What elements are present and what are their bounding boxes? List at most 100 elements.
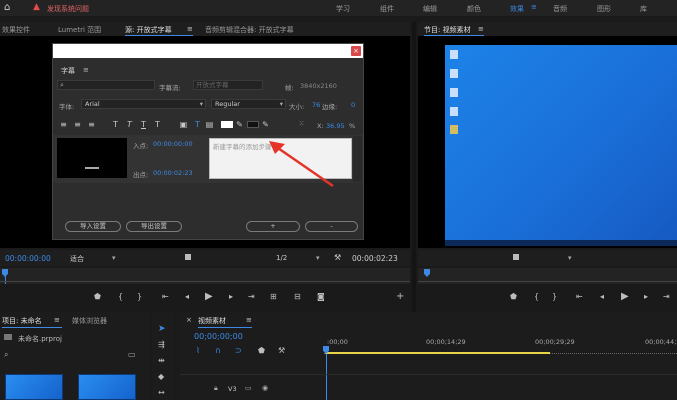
tab-program[interactable]: 节目: 视频素材 — [424, 25, 471, 35]
step-forward-icon[interactable]: ▸ — [229, 292, 233, 301]
workspace-edit[interactable]: 编辑 — [423, 4, 437, 14]
text-bold-icon[interactable]: T — [111, 120, 120, 129]
panel-divider[interactable] — [412, 22, 416, 312]
media-thumbnail[interactable] — [5, 374, 63, 400]
chevron-down-icon[interactable]: ▾ — [568, 254, 572, 262]
align-left-icon[interactable]: ≡ — [59, 120, 68, 129]
tab-effect-controls[interactable]: 效果控件 — [2, 25, 30, 35]
workspace-learn[interactable]: 学习 — [336, 4, 350, 14]
caption-list-scrollbar[interactable] — [353, 136, 362, 182]
caption-menu-icon[interactable]: ≡ — [83, 66, 89, 74]
align-right-icon[interactable]: ≡ — [87, 120, 96, 129]
workspace-menu-icon[interactable]: ≡ — [531, 3, 537, 11]
fit-select[interactable]: 适合 — [70, 254, 84, 264]
step-back-icon[interactable]: ◂ — [600, 292, 604, 301]
workspace-assembly[interactable]: 组件 — [380, 4, 394, 14]
tab-menu-icon[interactable]: ≡ — [54, 316, 60, 324]
overwrite-icon[interactable]: ⊟ — [294, 292, 301, 301]
wrench-icon[interactable]: ⚒ — [334, 253, 341, 262]
insert-icon[interactable]: ⊞ — [270, 292, 277, 301]
source-ruler[interactable] — [0, 268, 410, 284]
stop-icon[interactable] — [185, 254, 191, 260]
import-settings-button[interactable]: 导入设置 — [65, 221, 121, 232]
track-label[interactable]: V3 — [228, 385, 237, 393]
close-icon[interactable]: × — [186, 316, 192, 324]
mark-in-icon[interactable]: { — [534, 292, 539, 301]
wrench-icon[interactable]: ⚒ — [278, 346, 285, 355]
text-color-icon[interactable]: T — [193, 120, 202, 129]
track-select-icon[interactable]: ⇶ — [158, 340, 165, 349]
tab-audio-clip-mixer[interactable]: 音频剪辑混合器: 开放式字幕 — [205, 25, 294, 35]
step-forward-icon[interactable]: ▸ — [644, 292, 648, 301]
tab-media-browser[interactable]: 媒体浏览器 — [72, 316, 107, 326]
go-to-out-icon[interactable]: ⇥ — [248, 292, 255, 301]
export-settings-button[interactable]: 导出设置 — [126, 221, 182, 232]
nest-icon[interactable]: ⌇ — [196, 346, 200, 355]
background-swatch[interactable] — [247, 121, 259, 128]
tab-source[interactable]: 源: 开放式字幕 — [125, 25, 172, 35]
add-button-icon[interactable]: + — [396, 291, 404, 302]
source-timecode-in[interactable]: 00:00:00:00 — [5, 254, 51, 263]
workspace-effects[interactable]: 效果 — [510, 4, 524, 14]
text-outline-icon[interactable]: ▤ — [205, 120, 214, 129]
linked-selection-icon[interactable]: ⊃ — [235, 346, 242, 355]
lock-icon[interactable]: 🔒︎ — [214, 384, 218, 393]
tab-menu-icon[interactable]: ≡ — [246, 316, 252, 324]
remove-caption-button[interactable]: - — [305, 221, 358, 232]
tab-project[interactable]: 项目: 未命名 — [2, 316, 42, 326]
work-area-bar[interactable] — [325, 352, 550, 354]
tab-menu-icon[interactable]: ≡ — [478, 25, 484, 33]
razor-tool-icon[interactable]: ◆ — [158, 372, 164, 381]
search-input[interactable]: ⌕ — [57, 80, 155, 90]
stream-select[interactable]: 开放式字幕 — [193, 80, 263, 90]
workspace-audio[interactable]: 音频 — [553, 4, 567, 14]
go-to-in-icon[interactable]: ⇤ — [576, 292, 583, 301]
x-value[interactable]: 36.95 — [326, 122, 345, 130]
mark-out-icon[interactable]: } — [137, 292, 142, 301]
eyedropper-icon[interactable]: ✎ — [235, 120, 244, 129]
text-case-icon[interactable]: T — [153, 120, 162, 129]
close-icon[interactable]: × — [351, 46, 361, 56]
slip-tool-icon[interactable]: ↔ — [158, 388, 165, 397]
text-underline-icon[interactable]: T — [139, 120, 148, 129]
style-select[interactable]: Regular ▾ — [211, 99, 286, 109]
add-marker-icon[interactable]: ⬟ — [94, 292, 101, 301]
ripple-edit-icon[interactable]: ⇹ — [158, 356, 165, 365]
warning-text[interactable]: 发现系统问题 — [47, 4, 89, 14]
play-icon[interactable]: ▶ — [205, 291, 213, 302]
warning-icon[interactable]: ▲ — [33, 2, 40, 12]
go-to-in-icon[interactable]: ⇤ — [162, 292, 169, 301]
stop-icon[interactable] — [513, 254, 519, 260]
tab-timeline-sequence[interactable]: 视频素材 — [198, 316, 226, 326]
mark-out-icon[interactable]: } — [552, 292, 557, 301]
background-icon[interactable]: ▣ — [179, 120, 188, 129]
workspace-color[interactable]: 颜色 — [467, 4, 481, 14]
eye-icon[interactable]: ◉ — [262, 384, 268, 392]
mark-in-icon[interactable]: { — [118, 292, 123, 301]
go-to-out-icon[interactable]: ⇥ — [663, 292, 670, 301]
program-ruler[interactable] — [418, 268, 677, 284]
selection-tool-icon[interactable]: ➤ — [158, 324, 166, 334]
timeline-timecode[interactable]: 00;00;00;00 — [194, 332, 243, 341]
add-marker-icon[interactable]: ⬟ — [510, 292, 517, 301]
camera-icon[interactable]: ◙ — [317, 292, 325, 301]
add-marker-icon[interactable]: ⬟ — [258, 346, 265, 355]
playhead-icon[interactable] — [424, 269, 430, 277]
text-italic-icon[interactable]: T — [125, 120, 134, 129]
add-caption-button[interactable]: + — [246, 221, 300, 232]
color-swatch[interactable] — [221, 121, 233, 128]
home-icon[interactable]: ⌂ — [4, 2, 16, 14]
in-value[interactable]: 00:00:00:00 — [153, 140, 193, 148]
workspace-library[interactable]: 库 — [640, 4, 647, 14]
search-icon[interactable]: ⌕ — [4, 350, 8, 360]
tab-lumetri-scopes[interactable]: Lumetri 范围 — [58, 25, 101, 35]
edge-value[interactable]: 0 — [351, 101, 355, 109]
out-value[interactable]: 00:00:02:23 — [153, 169, 193, 177]
font-select[interactable]: Arial ▾ — [81, 99, 206, 109]
eyedropper-icon[interactable]: ✎ — [261, 120, 270, 129]
caption-thumbnail[interactable] — [57, 138, 127, 178]
resolution-select[interactable]: 1/2 — [276, 254, 287, 262]
chevron-down-icon[interactable]: ▾ — [112, 254, 116, 262]
media-thumbnail[interactable] — [78, 374, 136, 400]
snap-icon[interactable]: ∩ — [215, 346, 221, 355]
